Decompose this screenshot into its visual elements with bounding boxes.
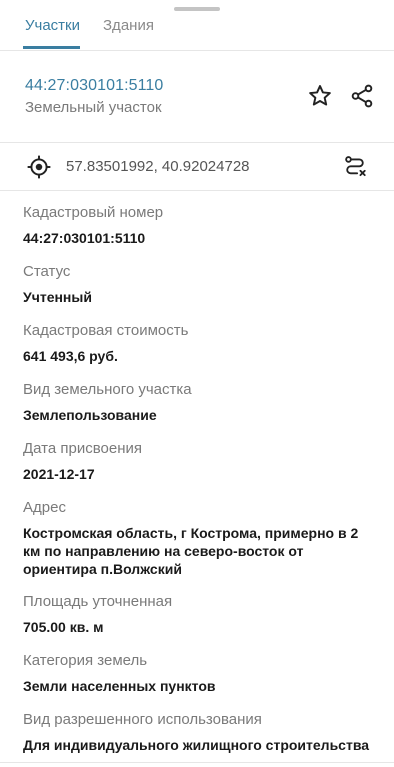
field-label: Вид земельного участка	[23, 381, 192, 398]
parcel-header: 44:27:030101:5110 Земельный участок	[0, 51, 394, 143]
locate-button[interactable]	[24, 152, 54, 182]
field-value: 641 493,6 руб.	[23, 348, 118, 364]
share-button[interactable]	[347, 81, 377, 111]
field-value: Учтенный	[23, 289, 92, 305]
field-label: Категория земель	[23, 652, 148, 669]
tab-buildings[interactable]: Здания	[103, 17, 154, 35]
coordinates-text[interactable]: 57.83501992, 40.92024728	[66, 158, 250, 176]
field-land-category: Категория земель Земли населенных пункто…	[23, 652, 373, 695]
field-permitted-use: Вид разрешенного использования Для индив…	[23, 711, 373, 754]
field-specified-area: Площадь уточненная 705.00 кв. м	[23, 593, 373, 636]
field-label: Вид разрешенного использования	[23, 711, 262, 728]
route-button[interactable]	[340, 152, 370, 182]
field-value: 705.00 кв. м	[23, 619, 104, 635]
field-label: Статус	[23, 263, 71, 280]
field-label: Площадь уточненная	[23, 593, 173, 610]
tab-plots[interactable]: Участки	[25, 17, 80, 35]
parcel-object-type: Земельный участок	[25, 99, 162, 116]
field-value: Земли населенных пунктов	[23, 678, 216, 694]
field-land-plot-kind: Вид земельного участка Землепользование	[23, 381, 373, 424]
crosshair-icon	[27, 155, 51, 179]
star-outline-icon	[309, 85, 331, 106]
field-value: 2021-12-17	[23, 466, 95, 482]
field-label: Дата присвоения	[23, 440, 142, 457]
parcel-cadastral-number: 44:27:030101:5110	[25, 77, 164, 94]
share-icon	[351, 84, 373, 108]
active-tab-indicator	[23, 46, 80, 49]
tab-bar: Участки Здания	[0, 0, 394, 51]
field-cadastral-value: Кадастровая стоимость 641 493,6 руб.	[23, 322, 373, 365]
parcel-info-sheet: Участки Здания 44:27:030101:5110 Земельн…	[0, 0, 394, 767]
field-value: Землепользование	[23, 407, 157, 423]
field-cadastral-number: Кадастровый номер 44:27:030101:5110	[23, 204, 373, 247]
route-icon	[345, 156, 366, 177]
field-label: Кадастровый номер	[23, 204, 164, 221]
field-status: Статус Учтенный	[23, 263, 373, 306]
field-label: Адрес	[23, 499, 66, 516]
field-value: Для индивидуального жилищного строительс…	[23, 737, 370, 753]
bottom-divider	[0, 762, 394, 763]
field-assignment-date: Дата присвоения 2021-12-17	[23, 440, 373, 483]
field-value: 44:27:030101:5110	[23, 230, 146, 246]
favorite-button[interactable]	[305, 81, 335, 111]
field-label: Кадастровая стоимость	[23, 322, 189, 339]
coordinates-row: 57.83501992, 40.92024728	[0, 143, 394, 191]
field-address: Адрес Костромская область, г Кострома, п…	[23, 499, 373, 578]
field-value: Костромская область, г Кострома, примерн…	[23, 525, 359, 577]
